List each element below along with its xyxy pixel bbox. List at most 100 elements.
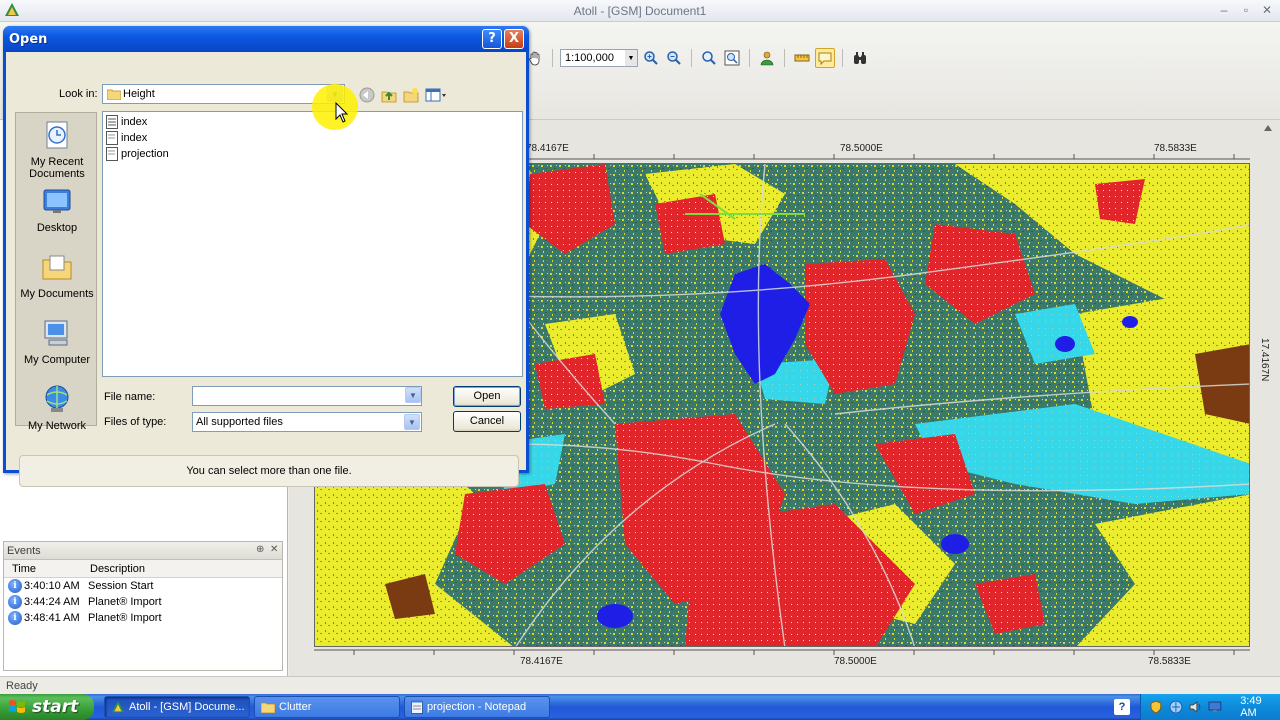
recent-documents-icon	[46, 121, 68, 149]
event-row[interactable]: i 3:40:10 AM Session Start	[4, 578, 282, 594]
start-label: start	[32, 697, 79, 717]
events-panel-header: Events ⊕ ✕	[4, 542, 282, 560]
help-button[interactable]: ?	[482, 29, 502, 49]
place-label: Desktop	[36, 222, 78, 234]
tooltip-icon[interactable]	[815, 48, 835, 68]
task-label: Clutter	[279, 701, 312, 713]
task-label: projection - Notepad	[427, 701, 527, 713]
event-description: Session Start	[88, 580, 154, 592]
file-name-label: File name:	[104, 391, 156, 403]
file-type-select[interactable]: All supported files ▼	[192, 412, 422, 432]
monitor-icon[interactable]	[1208, 700, 1222, 714]
user-icon[interactable]	[757, 48, 777, 68]
file-item[interactable]: index	[106, 114, 147, 129]
look-in-label: Look in:	[59, 88, 98, 100]
ruler-icon[interactable]	[792, 48, 812, 68]
task-notepad[interactable]: projection - Notepad	[404, 696, 550, 718]
event-row[interactable]: i 3:44:24 AM Planet® Import	[4, 594, 282, 610]
taskbar: start Atoll - [GSM] Docume... Clutter pr…	[0, 694, 1280, 720]
places-bar: My Recent Documents Desktop My Documents…	[15, 112, 98, 432]
pin-icon[interactable]: ⊕	[256, 544, 264, 555]
close-panel-icon[interactable]: ✕	[270, 544, 278, 555]
look-in-value: Height	[123, 88, 155, 100]
open-button[interactable]: Open	[453, 386, 521, 407]
shield-icon[interactable]	[1149, 700, 1163, 714]
bottom-coord-label: 78.5000E	[834, 656, 877, 667]
file-item[interactable]: index	[106, 130, 147, 145]
system-tray: 3:49 AM	[1140, 694, 1280, 720]
file-icon	[106, 114, 118, 129]
top-coord-label: 78.5833E	[1154, 143, 1197, 154]
status-text: Ready	[6, 680, 38, 692]
help-tray-button[interactable]: ?	[1114, 699, 1130, 715]
event-time: 3:44:24 AM	[24, 596, 80, 608]
file-list[interactable]: index index projection	[102, 111, 523, 377]
event-description: Planet® Import	[88, 612, 162, 624]
open-dialog: Open ? X Look in: Height ▼ My Recent Doc…	[3, 26, 529, 487]
zoom-previous-icon[interactable]	[699, 48, 719, 68]
text-file-icon	[106, 146, 118, 161]
column-header-time[interactable]: Time	[4, 563, 82, 575]
task-clutter[interactable]: Clutter	[254, 696, 400, 718]
place-desktop[interactable]: Desktop	[16, 185, 98, 234]
windows-logo-icon	[9, 700, 25, 713]
scroll-up-icon[interactable]	[1262, 120, 1274, 140]
event-description: Planet® Import	[88, 596, 162, 608]
clock: 3:49 AM	[1240, 695, 1262, 719]
scale-combo[interactable]: 1:100,000 ▼	[560, 49, 638, 67]
task-atoll[interactable]: Atoll - [GSM] Docume...	[104, 696, 250, 718]
zoom-window-icon[interactable]	[722, 48, 742, 68]
views-menu-icon[interactable]	[424, 86, 448, 104]
scale-value: 1:100,000	[565, 52, 614, 64]
back-icon[interactable]	[358, 86, 376, 104]
place-my-documents[interactable]: My Documents	[16, 251, 98, 300]
bottom-coord-label: 78.4167E	[520, 656, 563, 667]
dialog-titlebar[interactable]: Open ? X	[3, 26, 529, 52]
close-dialog-button[interactable]: X	[504, 29, 524, 49]
place-my-computer[interactable]: My Computer	[16, 317, 98, 366]
binoculars-icon[interactable]	[850, 48, 870, 68]
chevron-down-icon: ▼	[625, 50, 637, 66]
chevron-down-icon[interactable]: ▼	[405, 387, 421, 403]
place-label: My Documents	[20, 288, 94, 300]
file-type-value: All supported files	[196, 416, 283, 428]
new-folder-icon[interactable]	[402, 86, 420, 104]
speaker-icon[interactable]	[1189, 700, 1203, 714]
task-label: Atoll - [GSM] Docume...	[129, 701, 245, 713]
chevron-down-icon[interactable]: ▼	[404, 414, 420, 430]
place-label: My Recent Documents	[29, 156, 85, 180]
up-folder-icon[interactable]	[380, 86, 398, 104]
event-time: 3:48:41 AM	[24, 612, 80, 624]
map-ruler-bottom: 78.4167E 78.5000E 78.5833E	[314, 649, 1250, 669]
status-bar: Ready	[0, 676, 1280, 694]
file-name-field[interactable]	[192, 386, 422, 406]
dialog-body: Look in: Height ▼ My Recent Documents De…	[6, 52, 526, 487]
app-title: Atoll - [GSM] Document1	[573, 4, 707, 18]
desktop-icon	[43, 189, 71, 213]
look-in-combo[interactable]: Height ▼	[102, 84, 345, 104]
place-my-network[interactable]: My Network	[16, 383, 98, 432]
right-coord-label: 17.4167N	[1259, 338, 1270, 382]
close-app-button[interactable]: ✕	[1259, 3, 1275, 17]
restore-button[interactable]: ▫	[1238, 3, 1254, 17]
start-button[interactable]: start	[0, 694, 94, 720]
cancel-button[interactable]: Cancel	[453, 411, 521, 432]
place-label: My Network	[27, 420, 87, 432]
top-coord-label: 78.4167E	[526, 143, 569, 154]
place-my-recent-documents[interactable]: My Recent Documents	[16, 119, 98, 180]
network-icon[interactable]	[1169, 700, 1183, 714]
column-header-description[interactable]: Description	[82, 563, 145, 575]
event-row[interactable]: i 3:48:41 AM Planet® Import	[4, 610, 282, 626]
info-icon: i	[8, 595, 22, 609]
text-file-icon	[106, 130, 118, 145]
minimize-button[interactable]: –	[1216, 3, 1232, 17]
my-documents-icon	[42, 255, 72, 280]
multi-select-hint: You can select more than one file.	[19, 455, 519, 487]
file-item[interactable]: projection	[106, 146, 169, 161]
info-icon: i	[8, 611, 22, 625]
zoom-in-icon[interactable]	[641, 48, 661, 68]
my-computer-icon	[44, 320, 68, 346]
zoom-out-icon[interactable]	[664, 48, 684, 68]
file-name: index	[121, 131, 148, 144]
bottom-coord-label: 78.5833E	[1148, 656, 1191, 667]
